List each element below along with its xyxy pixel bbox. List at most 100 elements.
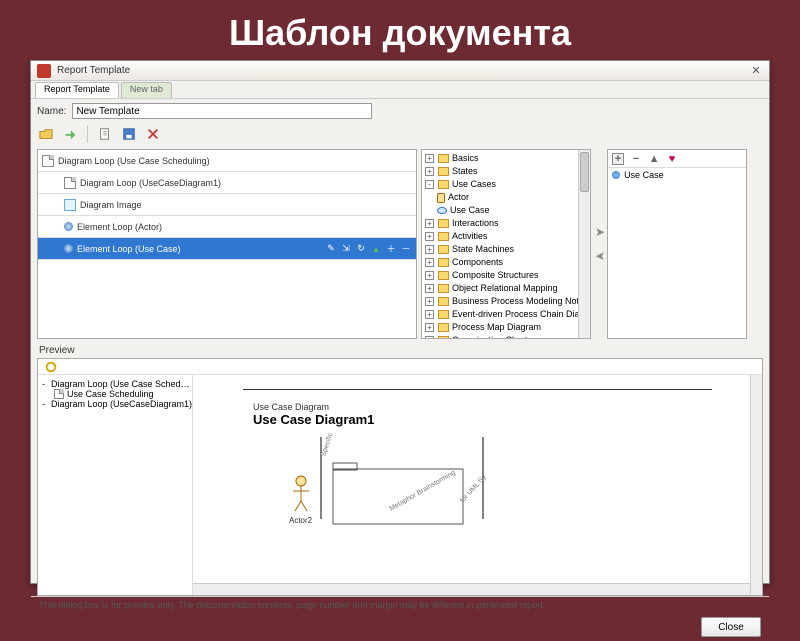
titlebar: Report Template ✕	[31, 61, 769, 81]
collapse-icon[interactable]: -	[42, 399, 45, 409]
loop-row-label: Diagram Loop (UseCaseDiagram1)	[80, 178, 221, 188]
expand-icon[interactable]: +	[425, 271, 434, 280]
name-input[interactable]	[72, 103, 372, 119]
loop-row[interactable]: Element Loop (Actor)	[38, 216, 416, 238]
tree-item[interactable]: + Activities	[425, 230, 587, 243]
add-button[interactable]: +	[612, 153, 624, 165]
expand-icon[interactable]: +	[425, 297, 434, 306]
folder-icon	[438, 271, 449, 280]
expand-icon[interactable]: +	[425, 232, 434, 241]
move-right-icon[interactable]: ➤	[595, 225, 605, 239]
expand-icon[interactable]: +	[425, 219, 434, 228]
selected-item[interactable]: Use Case	[608, 168, 746, 182]
actor-label: Actor2	[289, 516, 313, 525]
row-edit-icon[interactable]: ✎	[325, 243, 337, 255]
heart-icon[interactable]: ♥	[666, 153, 678, 165]
preview-toolbar	[38, 359, 762, 375]
open-folder-icon[interactable]	[37, 125, 55, 143]
folder-icon	[438, 284, 449, 293]
tree-item[interactable]: + Components	[425, 256, 587, 269]
window-close-button[interactable]: ✕	[749, 64, 763, 78]
move-left-icon[interactable]: ➤	[595, 249, 605, 263]
preview-v-scrollbar[interactable]	[750, 375, 762, 595]
tree-label: Actor	[448, 191, 469, 204]
loop-row[interactable]: Diagram Loop (Use Case Scheduling)	[38, 150, 416, 172]
name-label: Name:	[37, 106, 66, 117]
tree-label: Use Cases	[452, 178, 496, 191]
loop-row[interactable]: Diagram Image	[38, 194, 416, 216]
preview-tree-item[interactable]: - Diagram Loop (UseCaseDiagram1)	[42, 399, 188, 409]
collapse-icon[interactable]: -	[42, 379, 45, 389]
tree-item[interactable]: +Composite Structures	[425, 269, 587, 282]
tree-item[interactable]: Use Case	[437, 204, 587, 217]
row-remove-icon[interactable]: －	[400, 243, 412, 255]
expand-icon[interactable]: -	[425, 180, 434, 189]
preview-label: Preview	[31, 339, 769, 358]
export-icon[interactable]	[61, 125, 79, 143]
expand-icon[interactable]: +	[425, 245, 434, 254]
tab-secondary[interactable]: New tab	[121, 82, 172, 98]
refresh-preview-icon[interactable]	[42, 358, 60, 376]
tab-report-template[interactable]: Report Template	[35, 82, 119, 98]
preview-document: Use Case Diagram Use Case Diagram1 Actor…	[193, 375, 762, 595]
expand-icon[interactable]: +	[425, 167, 434, 176]
actor-icon	[437, 193, 445, 203]
preview-h-scrollbar[interactable]	[193, 583, 750, 595]
expand-icon[interactable]: +	[425, 284, 434, 293]
tree-item[interactable]: +Basics	[425, 152, 587, 165]
expand-icon[interactable]: +	[425, 154, 434, 163]
expand-icon[interactable]: +	[425, 258, 434, 267]
loop-row-selected[interactable]: Element Loop (Use Case) ✎ ⇲ ↻ ▲ ＋ －	[38, 238, 416, 260]
tree-item[interactable]: +Event-driven Process Chain Diag	[425, 308, 587, 321]
tree-label: States	[452, 165, 478, 178]
tree-item[interactable]: - Use Cases	[425, 178, 587, 191]
loop-row-label: Element Loop (Actor)	[77, 222, 162, 232]
tree-label: Organization Chart	[452, 334, 528, 339]
preview-title: Use Case Diagram1	[253, 412, 742, 427]
tree-item[interactable]: + States	[425, 165, 587, 178]
save-icon[interactable]	[120, 125, 138, 143]
element-tree: +Basics+States-Use CasesActorUse Case+In…	[421, 149, 591, 339]
panels-row: Diagram Loop (Use Case Scheduling) Diagr…	[31, 149, 769, 339]
tree-item[interactable]: +Interactions	[425, 217, 587, 230]
tree-label: Process Map Diagram	[452, 321, 541, 334]
remove-button[interactable]: −	[630, 153, 642, 165]
tree-label: Activities	[452, 230, 488, 243]
delete-icon[interactable]	[144, 125, 162, 143]
tree-item[interactable]: + Organization Chart	[425, 334, 587, 339]
preview-tree-item[interactable]: - Diagram Loop (Use Case Sched…	[42, 379, 188, 389]
tree-label: Use Case	[450, 204, 490, 217]
selected-toolbar: + − ▲ ♥	[608, 150, 746, 168]
tree-label: Diagram Loop (UseCaseDiagram1)	[51, 399, 192, 409]
tree-scrollbar[interactable]	[578, 150, 590, 338]
expand-icon[interactable]: +	[425, 310, 434, 319]
tree-item[interactable]: +Business Process Modeling Notat	[425, 295, 587, 308]
expand-icon[interactable]: +	[425, 323, 434, 332]
tree-item[interactable]: + Process Map Diagram	[425, 321, 587, 334]
transfer-arrows: ➤ ➤	[595, 149, 605, 339]
loop-row-label: Diagram Loop (Use Case Scheduling)	[58, 156, 210, 166]
close-button[interactable]: Close	[701, 617, 761, 637]
tree-item[interactable]: Actor	[437, 191, 587, 204]
report-template-dialog: Report Template ✕ Report Template New ta…	[30, 60, 770, 584]
tree-label: Components	[452, 256, 503, 269]
loop-row-label: Diagram Image	[80, 200, 142, 210]
document-icon	[64, 177, 76, 189]
window-title: Report Template	[57, 65, 749, 76]
row-up-icon[interactable]: ▲	[370, 243, 382, 255]
loop-row[interactable]: Diagram Loop (UseCaseDiagram1)	[38, 172, 416, 194]
folder-icon	[438, 167, 449, 176]
row-refresh-icon[interactable]: ↻	[355, 243, 367, 255]
new-doc-icon[interactable]	[96, 125, 114, 143]
tab-strip: Report Template New tab	[31, 81, 769, 99]
svg-text:for UML Sy: for UML Sy	[459, 473, 488, 504]
selected-item-label: Use Case	[624, 170, 664, 180]
name-row: Name:	[31, 99, 769, 123]
preview-tree-item[interactable]: Use Case Scheduling	[54, 389, 188, 399]
row-link-icon[interactable]: ⇲	[340, 243, 352, 255]
move-up-button[interactable]: ▲	[648, 153, 660, 165]
tree-item[interactable]: +State Machines	[425, 243, 587, 256]
expand-icon[interactable]: +	[425, 336, 434, 339]
row-add-icon[interactable]: ＋	[385, 243, 397, 255]
tree-item[interactable]: +Object Relational Mapping	[425, 282, 587, 295]
